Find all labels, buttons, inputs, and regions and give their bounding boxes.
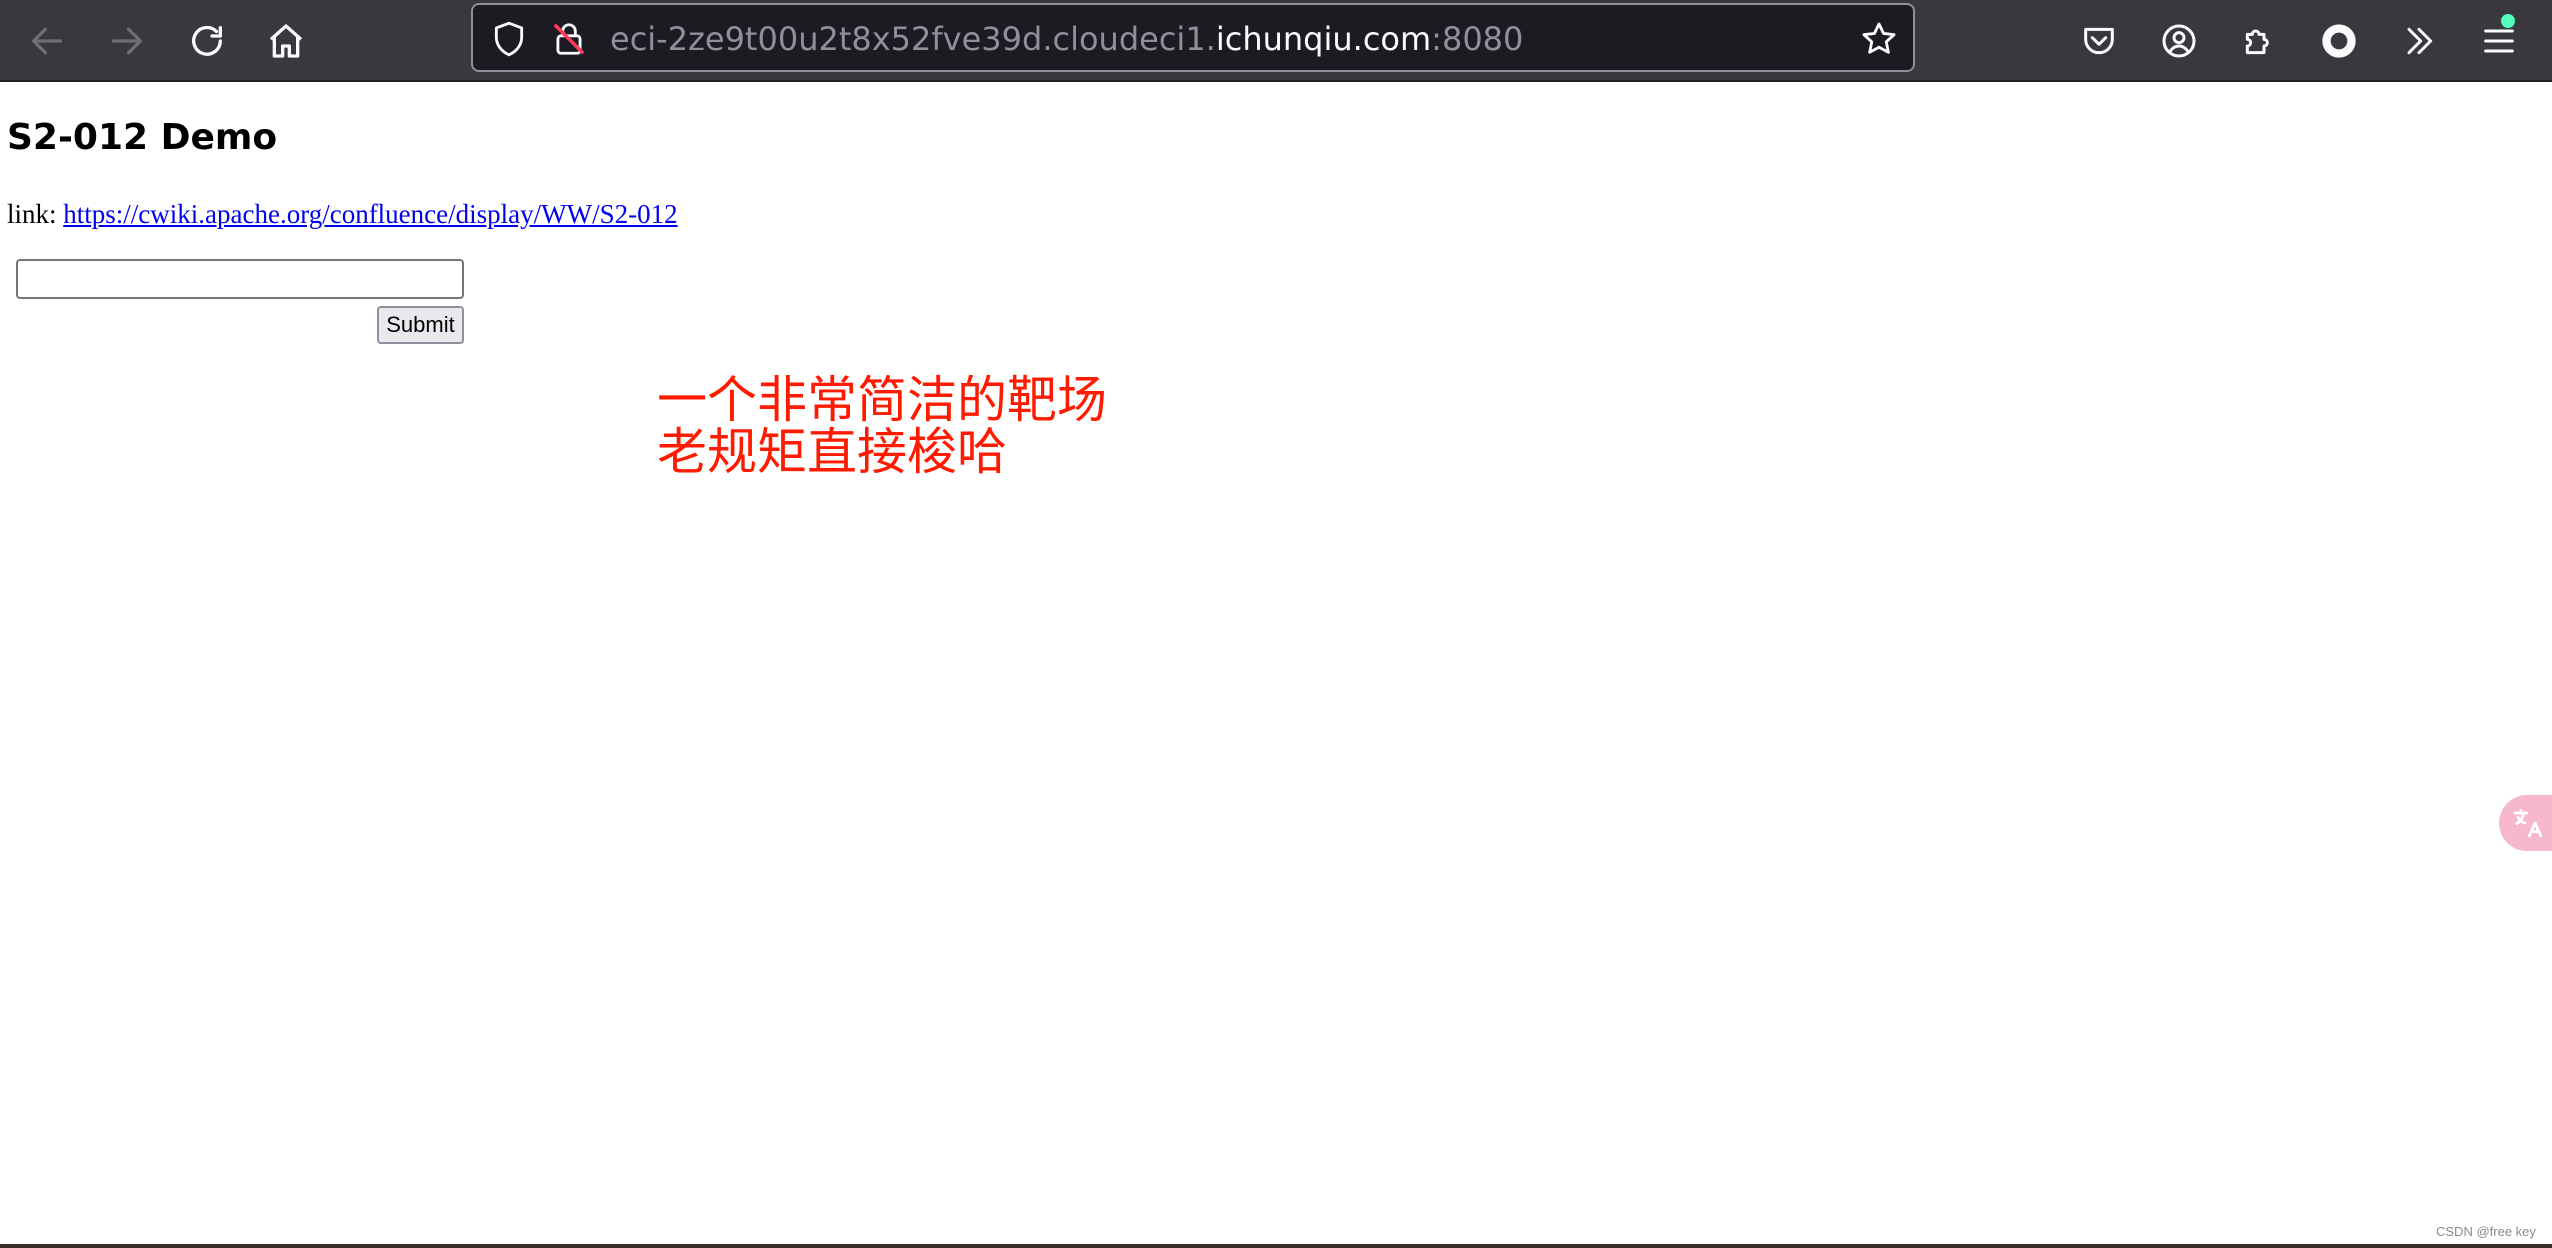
pocket-icon: [2084, 27, 2114, 55]
forward-button[interactable]: [98, 12, 156, 70]
url-prefix: eci-2ze9t00u2t8x52fve39d.cloudeci1.: [610, 20, 1216, 58]
annotation-line-1: 一个非常简洁的靶场: [657, 371, 1107, 429]
overflow-button[interactable]: [2390, 12, 2448, 70]
home-button[interactable]: [257, 12, 315, 70]
back-button[interactable]: [18, 12, 76, 70]
account-icon: [2162, 24, 2196, 58]
chevrons-right-icon: [2407, 27, 2433, 55]
submit-button[interactable]: Submit: [377, 306, 464, 344]
annotation-line-2: 老规矩直接梭哈: [657, 423, 1007, 481]
browser-toolbar: eci-2ze9t00u2t8x52fve39d.cloudeci1.ichun…: [0, 0, 2552, 82]
arrow-right-icon: [112, 27, 142, 55]
arrow-left-icon: [31, 27, 62, 55]
annotation-text: 一个非常简洁的靶场 老规矩直接梭哈: [657, 374, 1197, 478]
bookmark-star-icon[interactable]: [1859, 19, 1899, 59]
address-bar[interactable]: eci-2ze9t00u2t8x52fve39d.cloudeci1.ichun…: [471, 3, 1915, 72]
page-title: S2-012 Demo: [7, 117, 278, 158]
url-host: ichunqiu.com: [1215, 20, 1432, 58]
insecure-lock-icon[interactable]: [549, 19, 589, 59]
link-line: link: https://cwiki.apache.org/confluenc…: [7, 199, 678, 230]
reload-button[interactable]: [178, 12, 236, 70]
home-icon: [269, 24, 303, 58]
translate-icon: [2513, 808, 2543, 838]
translate-button[interactable]: [2499, 795, 2552, 851]
puzzle-icon: [2245, 29, 2269, 55]
watermark: CSDN @free key: [2436, 1224, 2536, 1239]
shield-icon[interactable]: [489, 19, 529, 59]
apache-wiki-link[interactable]: https://cwiki.apache.org/confluence/disp…: [63, 199, 677, 229]
payload-input[interactable]: [16, 259, 464, 299]
menu-button[interactable]: [2470, 12, 2528, 70]
pocket-button[interactable]: [2070, 12, 2128, 70]
url-text[interactable]: eci-2ze9t00u2t8x52fve39d.cloudeci1.ichun…: [610, 19, 1523, 59]
extension-circle-button[interactable]: [2310, 12, 2368, 70]
link-label: link:: [7, 199, 64, 229]
reload-icon: [192, 25, 222, 56]
url-port: :8080: [1431, 20, 1524, 58]
account-button[interactable]: [2150, 12, 2208, 70]
hamburger-menu-icon: [2484, 29, 2514, 53]
circle-record-icon: [2322, 24, 2356, 58]
bottom-strip: [0, 1244, 2552, 1248]
extensions-button[interactable]: [2230, 12, 2288, 70]
